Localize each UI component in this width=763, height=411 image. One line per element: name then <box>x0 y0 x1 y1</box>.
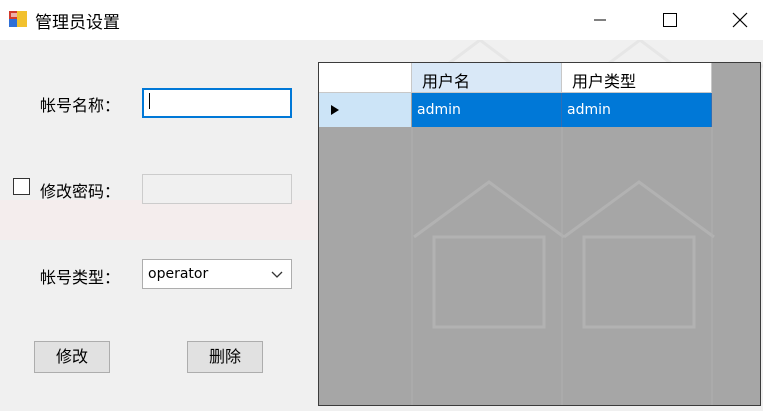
cell-username[interactable]: admin <box>412 93 562 127</box>
chevron-down-icon <box>271 271 283 278</box>
close-button[interactable] <box>717 0 763 40</box>
text-caret <box>149 93 150 109</box>
modify-button[interactable]: 修改 <box>34 341 110 373</box>
account-name-input[interactable] <box>142 88 292 118</box>
column-header-usertype[interactable]: 用户类型 <box>562 63 712 93</box>
current-row-indicator-icon <box>331 105 339 115</box>
title-bar: 管理员设置 <box>0 0 763 40</box>
account-type-select[interactable]: operator <box>142 259 292 289</box>
app-icon <box>9 11 27 27</box>
minimize-icon <box>594 19 606 21</box>
grid-header: 用户名 用户类型 <box>319 63 760 93</box>
change-password-checkbox[interactable] <box>13 178 30 195</box>
window-title: 管理员设置 <box>35 13 120 33</box>
maximize-icon <box>663 13 677 27</box>
column-header-username[interactable]: 用户名 <box>412 63 562 93</box>
grid-corner-cell[interactable] <box>319 63 412 93</box>
grid-background-artwork <box>411 127 715 405</box>
cell-usertype[interactable]: admin <box>562 93 712 127</box>
table-row[interactable]: admin admin <box>319 93 760 127</box>
account-type-label: 帐号类型： <box>40 268 121 287</box>
account-type-value: operator <box>148 266 209 282</box>
close-icon <box>732 12 748 28</box>
account-name-label: 帐号名称： <box>40 96 121 115</box>
row-header[interactable] <box>319 93 412 127</box>
password-input <box>142 174 292 204</box>
users-grid[interactable]: 用户名 用户类型 admin admin <box>318 62 761 406</box>
maximize-button[interactable] <box>647 0 693 40</box>
change-password-label: 修改密码： <box>40 182 121 201</box>
minimize-button[interactable] <box>577 0 623 40</box>
delete-button[interactable]: 删除 <box>187 341 263 373</box>
